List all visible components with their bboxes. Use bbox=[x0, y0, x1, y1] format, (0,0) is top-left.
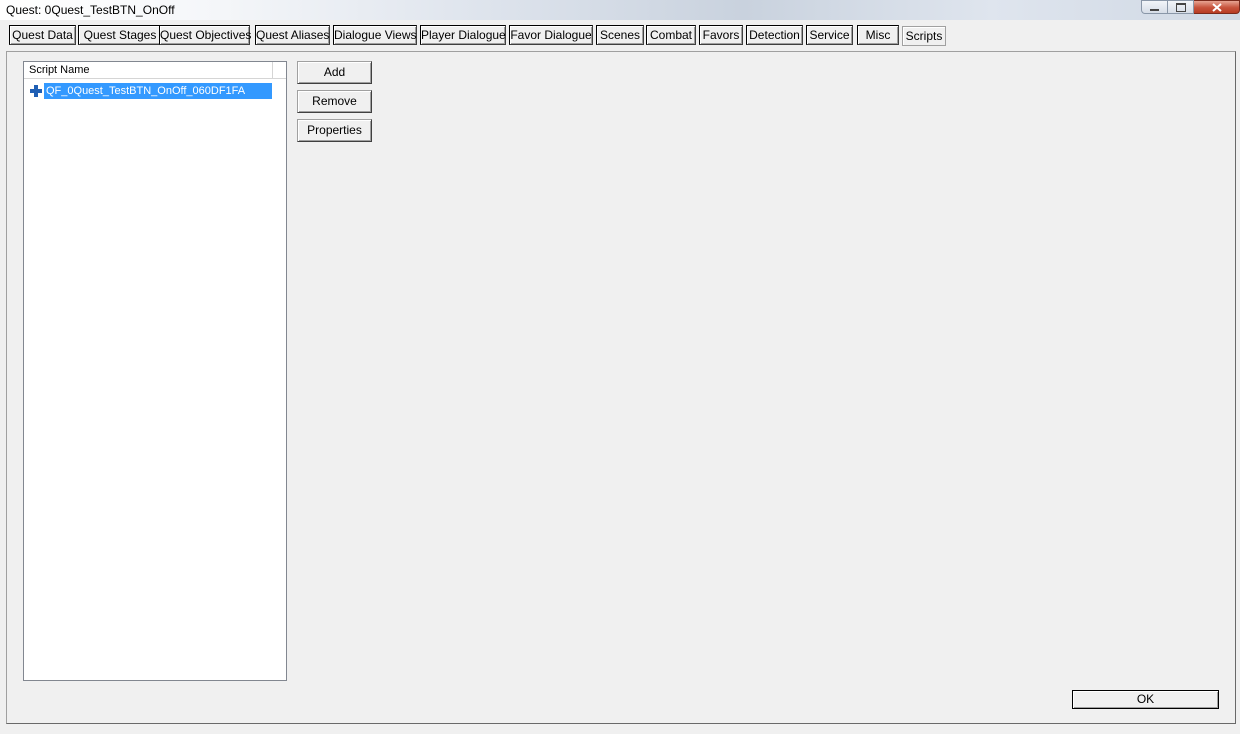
tab-service[interactable]: Service bbox=[806, 25, 853, 45]
properties-button[interactable]: Properties bbox=[297, 119, 372, 142]
tab-favor-dialogue[interactable]: Favor Dialogue bbox=[509, 25, 593, 45]
close-button[interactable] bbox=[1194, 0, 1240, 14]
tab-dialogue-views[interactable]: Dialogue Views bbox=[333, 25, 417, 45]
maximize-icon bbox=[1175, 2, 1186, 12]
window-title: Quest: 0Quest_TestBTN_OnOff bbox=[6, 3, 175, 17]
tab-quest-aliases[interactable]: Quest Aliases bbox=[255, 25, 330, 45]
script-name-label: QF_0Quest_TestBTN_OnOff_060DF1FA bbox=[44, 83, 272, 99]
column-header-script-name[interactable]: Script Name bbox=[24, 62, 273, 78]
maximize-button[interactable] bbox=[1168, 0, 1194, 14]
tab-misc[interactable]: Misc bbox=[857, 25, 899, 45]
minimize-button[interactable] bbox=[1141, 0, 1168, 14]
remove-button[interactable]: Remove bbox=[297, 90, 372, 113]
tab-detection[interactable]: Detection bbox=[746, 25, 803, 45]
tab-player-dialogue[interactable]: Player Dialogue bbox=[420, 25, 506, 45]
plus-icon[interactable] bbox=[30, 85, 42, 97]
minimize-icon bbox=[1150, 8, 1159, 11]
title-bar[interactable]: Quest: 0Quest_TestBTN_OnOff bbox=[0, 0, 1240, 20]
tab-favors[interactable]: Favors bbox=[699, 25, 743, 45]
list-header: Script Name bbox=[24, 62, 286, 79]
add-button[interactable]: Add bbox=[297, 61, 372, 84]
ok-button[interactable]: OK bbox=[1072, 690, 1219, 709]
tab-quest-objectives[interactable]: Quest Objectives bbox=[159, 25, 251, 45]
list-item[interactable]: QF_0Quest_TestBTN_OnOff_060DF1FA bbox=[30, 83, 272, 99]
quest-dialog: Quest: 0Quest_TestBTN_OnOff Quest Data Q… bbox=[0, 0, 1240, 734]
tab-combat[interactable]: Combat bbox=[646, 25, 696, 45]
tab-quest-data[interactable]: Quest Data bbox=[9, 25, 76, 45]
tab-quest-stages[interactable]: Quest Stages bbox=[78, 25, 162, 45]
tab-scripts[interactable]: Scripts bbox=[902, 26, 946, 46]
script-list[interactable]: Script Name QF_0Quest_TestBTN_OnOff_060D… bbox=[23, 61, 287, 681]
window-controls bbox=[1141, 0, 1240, 16]
close-icon bbox=[1211, 2, 1222, 12]
tab-scenes[interactable]: Scenes bbox=[596, 25, 644, 45]
